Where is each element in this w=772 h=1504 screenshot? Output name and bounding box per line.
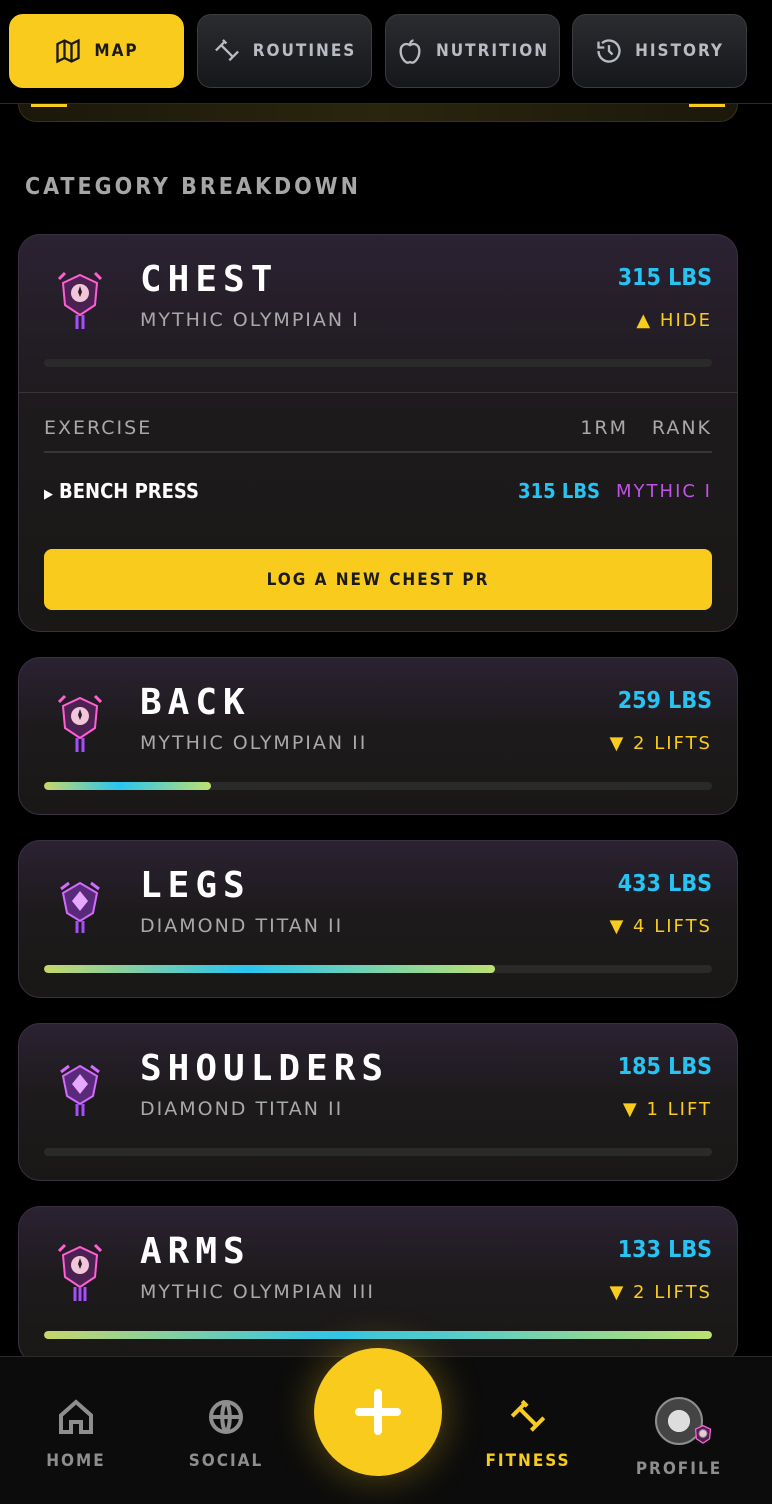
exercise-name: BENCH PRESS (59, 479, 199, 503)
header-exercise: EXERCISE (44, 417, 153, 439)
category-tier: DIAMOND TITAN II (140, 1098, 344, 1120)
category-card-back[interactable]: BACK MYTHIC OLYMPIAN II 259 LBS ▼ 2 LIFT… (18, 657, 738, 815)
tab-routines-label: ROUTINES (252, 41, 357, 61)
nav-social[interactable]: SOCIAL (166, 1397, 286, 1471)
category-weight: 185 LBS (617, 1054, 712, 1080)
category-progress-bar (44, 965, 712, 973)
exercise-table-header: EXERCISE 1RM RANK (44, 417, 712, 441)
category-card-legs[interactable]: LEGS DIAMOND TITAN II 433 LBS ▼ 4 LIFTS (18, 840, 738, 998)
map-icon (56, 38, 81, 64)
mythic-badge-icon (57, 694, 103, 752)
plus-icon (355, 1389, 401, 1435)
diamond-badge-icon (60, 881, 100, 933)
category-weight: 259 LBS (617, 688, 712, 714)
category-progress-bar (44, 782, 712, 790)
category-tier: DIAMOND TITAN II (140, 915, 344, 937)
nav-fitness-label: FITNESS (485, 1451, 571, 1471)
avatar (655, 1397, 712, 1445)
category-name: LEGS (140, 865, 251, 906)
tab-routines[interactable]: ROUTINES (197, 14, 372, 88)
mythic-badge-icon (57, 1243, 103, 1301)
home-icon (59, 1399, 93, 1434)
progress-fill (44, 965, 495, 973)
nav-profile[interactable]: PROFILE (619, 1397, 739, 1479)
nav-social-label: SOCIAL (188, 1451, 264, 1471)
category-tier: MYTHIC OLYMPIAN I (140, 309, 360, 331)
tab-history[interactable]: HISTORY (572, 14, 747, 88)
category-name: ARMS (140, 1231, 251, 1272)
diamond-badge-icon (60, 1064, 100, 1116)
tab-history-label: HISTORY (635, 41, 724, 61)
category-card-chest[interactable]: CHEST MYTHIC OLYMPIAN I 315 LBS ▲ HIDE E… (18, 234, 738, 632)
section-title: CATEGORY BREAKDOWN (25, 174, 361, 200)
nav-home-label: HOME (46, 1451, 106, 1471)
expand-toggle[interactable]: ▼ 2 LIFTS (609, 733, 712, 754)
exercise-1rm: 315 LBS (518, 479, 600, 503)
globe-icon (209, 1400, 243, 1434)
divider (19, 392, 737, 393)
previous-card-edge (18, 104, 738, 122)
exercise-row[interactable]: ▶ BENCH PRESS 315 LBS MYTHIC I (44, 479, 712, 505)
category-name: SHOULDERS (140, 1048, 390, 1089)
add-button[interactable] (314, 1348, 442, 1476)
tab-map-label: MAP (94, 41, 139, 61)
log-pr-button[interactable]: LOG A NEW CHEST PR (44, 549, 712, 610)
exercise-rank: MYTHIC I (616, 481, 712, 502)
nav-home[interactable]: HOME (16, 1397, 136, 1471)
expand-toggle[interactable]: ▼ 1 LIFT (623, 1099, 712, 1120)
header-1rm: 1RM (580, 417, 628, 439)
tab-nutrition[interactable]: NUTRITION (385, 14, 560, 88)
category-card-shoulders[interactable]: SHOULDERS DIAMOND TITAN II 185 LBS ▼ 1 L… (18, 1023, 738, 1181)
history-icon (597, 39, 621, 63)
category-progress-bar (44, 1148, 712, 1156)
tab-nutrition-label: NUTRITION (435, 41, 550, 61)
progress-fill (44, 782, 211, 790)
category-name: BACK (140, 682, 251, 723)
category-progress-bar (44, 1331, 712, 1339)
header-rank: RANK (651, 417, 712, 439)
mythic-badge-icon (694, 1424, 712, 1444)
progress-fill (44, 1331, 712, 1339)
caret-right-icon: ▶ (44, 487, 53, 502)
dumbbell-icon (214, 39, 239, 62)
hide-toggle[interactable]: ▲ HIDE (636, 310, 712, 331)
category-tier: MYTHIC OLYMPIAN II (140, 732, 368, 754)
category-card-arms[interactable]: ARMS MYTHIC OLYMPIAN III 133 LBS ▼ 2 LIF… (18, 1206, 738, 1364)
nav-profile-label: PROFILE (635, 1459, 723, 1479)
expand-toggle[interactable]: ▼ 2 LIFTS (609, 1282, 712, 1303)
mythic-badge-icon (57, 271, 103, 329)
tab-map[interactable]: MAP (9, 14, 184, 88)
apple-icon (399, 39, 421, 64)
top-tab-bar: MAP ROUTINES NUTRITION HISTORY (0, 0, 772, 104)
category-weight: 133 LBS (617, 1237, 712, 1263)
category-tier: MYTHIC OLYMPIAN III (140, 1281, 375, 1303)
dumbbell-icon (510, 1399, 546, 1432)
expand-toggle[interactable]: ▼ 4 LIFTS (609, 916, 712, 937)
category-progress-bar (44, 359, 712, 367)
divider (44, 451, 712, 453)
category-name: CHEST (140, 259, 279, 300)
category-weight: 433 LBS (617, 871, 712, 897)
category-weight: 315 LBS (617, 265, 712, 291)
nav-fitness[interactable]: FITNESS (468, 1397, 588, 1471)
